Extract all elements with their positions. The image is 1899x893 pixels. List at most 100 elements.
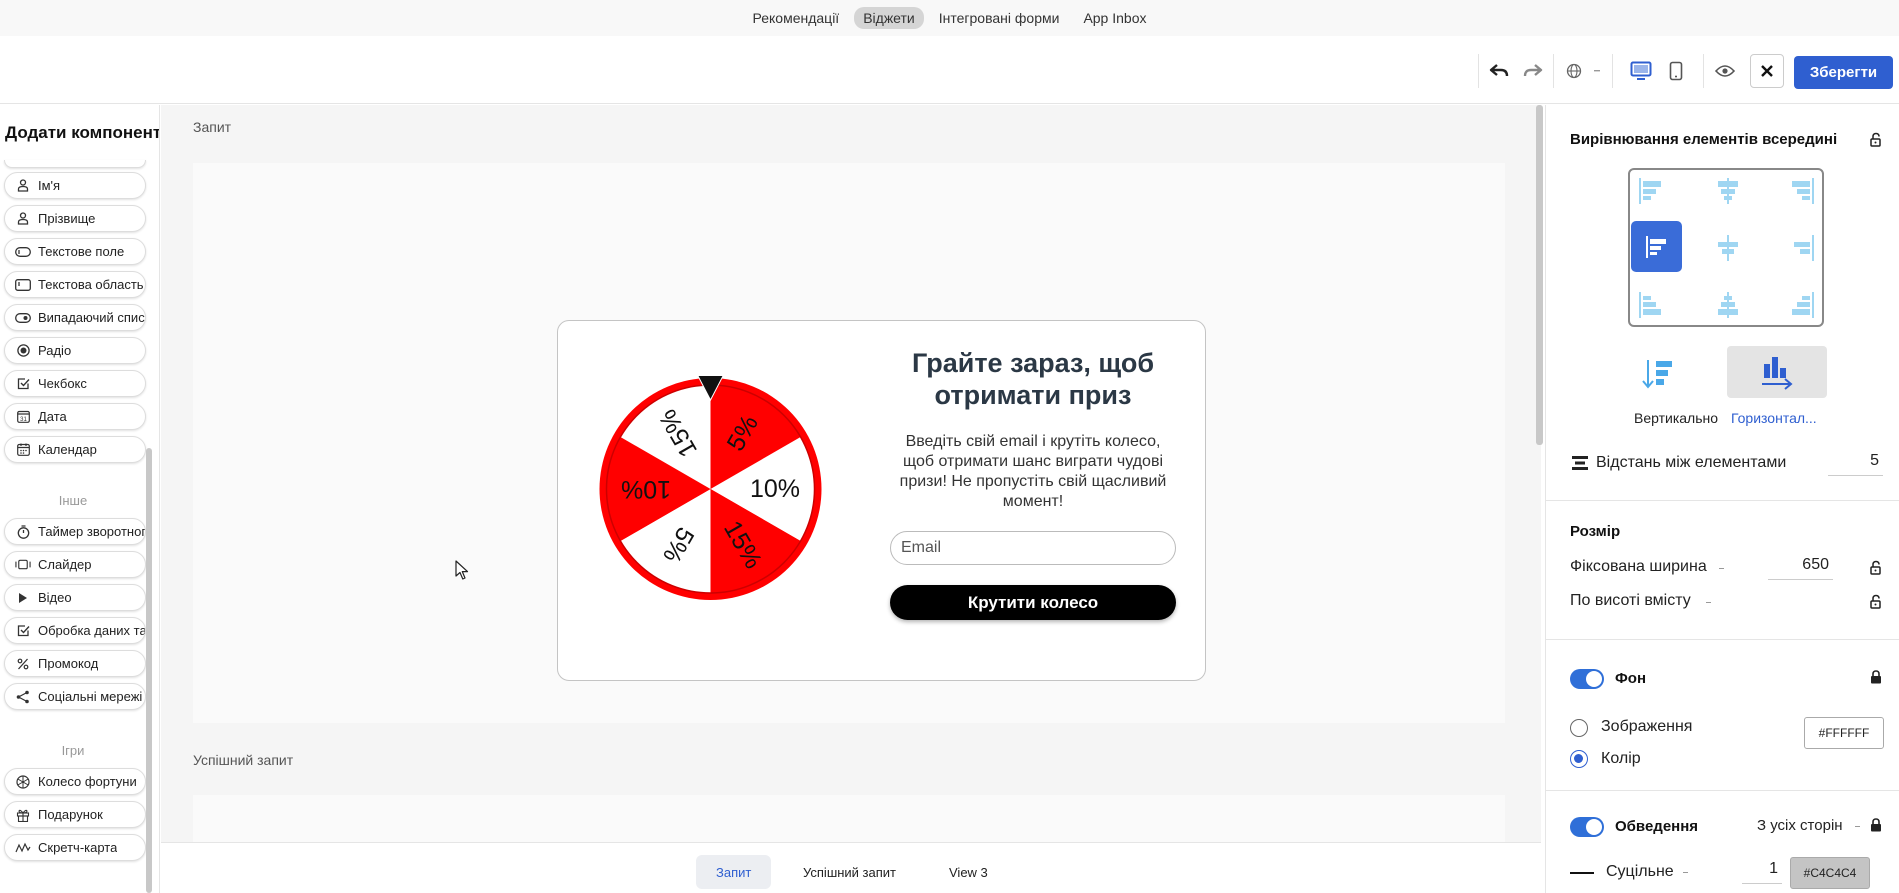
wheel-icon (15, 774, 31, 789)
svg-text:31: 31 (20, 417, 27, 423)
panel-title: Додати компонент (5, 123, 160, 142)
radio-color[interactable] (1570, 750, 1588, 768)
align-middle-right-icon[interactable] (1787, 233, 1817, 263)
chevron-down-icon[interactable] (1855, 826, 1860, 827)
alignment-title: Вирівнювання елементів всередині (1570, 131, 1838, 148)
group-label-other: Інше (58, 493, 88, 508)
component-label: Таймер зворотного відліку (38, 524, 145, 539)
border-color-swatch[interactable]: #C4C4C4 (1790, 857, 1870, 889)
height-mode-dropdown[interactable] (1706, 602, 1711, 603)
wheel-widget[interactable]: 5% 10% 15% 5% 10% 15% Грайте зараз, щоб отрим… (557, 320, 1206, 681)
component-label: Колесо фортуни (38, 774, 137, 789)
top-nav: Рекомендації Віджети Інтегровані форми A… (0, 0, 1899, 36)
lock-icon[interactable] (1870, 818, 1882, 832)
component-countdown-timer[interactable]: Таймер зворотного відліку (4, 518, 146, 545)
image-label: Зображення (1601, 718, 1693, 735)
component-dropdown[interactable]: Випадаючий список (4, 304, 146, 331)
component-first-name[interactable]: Ім'я (4, 172, 146, 199)
unlock-icon[interactable] (1869, 132, 1883, 147)
component-label: Промокод (38, 656, 99, 671)
undo-icon[interactable] (1484, 54, 1514, 88)
align-middle-center-icon[interactable] (1713, 233, 1743, 263)
component-label: Чекбокс (38, 376, 87, 391)
component-promocode[interactable]: Промокод (4, 650, 146, 677)
group-label-games: Ігри (61, 743, 85, 758)
border-width-input[interactable]: 1 (1742, 860, 1782, 884)
component-checkbox[interactable]: Чекбокс (4, 370, 146, 397)
border-sides-select[interactable]: З усіх сторін (1757, 817, 1843, 834)
background-color-swatch[interactable]: #FFFFFF (1804, 717, 1884, 749)
view-tabs: Запит Успішний запит View 3 (161, 842, 1541, 893)
border-style-select[interactable]: Суцільне (1606, 863, 1674, 881)
size-title: Розмір (1570, 523, 1621, 540)
component-text-area[interactable]: Текстова область (4, 271, 146, 298)
scrollbar[interactable] (146, 448, 152, 893)
align-top-right-icon[interactable] (1787, 176, 1817, 206)
chevron-down-icon[interactable] (1592, 54, 1602, 88)
email-input[interactable]: Email (890, 531, 1176, 565)
component-slider[interactable]: Слайдер (4, 551, 146, 578)
direction-horizontal-button[interactable] (1727, 346, 1827, 398)
direction-vertical-button[interactable] (1638, 351, 1678, 396)
align-bottom-right-icon[interactable] (1787, 290, 1817, 320)
component-date[interactable]: 31 Дата (4, 403, 146, 430)
close-button[interactable] (1750, 54, 1784, 88)
nav-item-widgets[interactable]: Віджети (854, 7, 924, 29)
toolbar-divider (1612, 54, 1613, 88)
component-text-field[interactable]: Текстове поле (4, 238, 146, 265)
lock-icon[interactable] (1870, 670, 1882, 684)
border-toggle[interactable] (1570, 817, 1604, 837)
unlock-icon[interactable] (1869, 594, 1883, 609)
redo-icon[interactable] (1518, 54, 1548, 88)
tab-view-3[interactable]: View 3 (929, 855, 1008, 889)
globe-icon[interactable] (1562, 54, 1586, 88)
align-bottom-center-icon[interactable] (1713, 290, 1743, 320)
width-mode-dropdown[interactable] (1719, 568, 1724, 569)
component-scratch-card[interactable]: Скретч-карта (4, 834, 146, 861)
component-social[interactable]: Соціальні мережі (4, 683, 146, 710)
component-calendar[interactable]: Календар (4, 436, 146, 463)
nav-item-app-inbox[interactable]: App Inbox (1074, 7, 1155, 29)
background-toggle[interactable] (1570, 669, 1604, 689)
nav-item-recommendations[interactable]: Рекомендації (744, 7, 849, 29)
component-label: Прізвище (38, 211, 96, 226)
radio-image[interactable] (1570, 719, 1588, 737)
editor-canvas: Запит 5% 10% 15% 5% 10% 15% Грайте зараз, щоб… (161, 105, 1541, 842)
align-top-center-icon[interactable] (1713, 176, 1743, 206)
component-data-consent[interactable]: Обробка даних та згода (4, 617, 146, 644)
person-icon (15, 179, 31, 192)
toolbar-divider (1478, 54, 1479, 88)
section-request[interactable]: 5% 10% 15% 5% 10% 15% Грайте зараз, щоб отрим… (193, 163, 1505, 723)
spin-wheel-button[interactable]: Крутити колесо (890, 585, 1176, 620)
save-button[interactable]: Зберегти (1794, 56, 1893, 89)
alignment-grid[interactable] (1628, 168, 1824, 327)
component-wheel-of-fortune[interactable]: Колесо фортуни (4, 768, 146, 795)
chevron-down-icon[interactable] (1683, 872, 1688, 873)
scrollbar[interactable] (1536, 105, 1543, 445)
component-last-name[interactable]: Прізвище (4, 205, 146, 232)
component-gift[interactable]: Подарунок (4, 801, 146, 828)
align-middle-left-icon[interactable] (1631, 221, 1682, 272)
gift-icon (15, 808, 31, 822)
component-video[interactable]: Відео (4, 584, 146, 611)
spacing-input[interactable]: 5 (1828, 452, 1883, 476)
tab-success-request[interactable]: Успішний запит (783, 855, 916, 889)
desktop-icon[interactable] (1626, 54, 1656, 88)
align-bottom-left-icon[interactable] (1636, 290, 1666, 320)
fixed-width-input[interactable]: 650 (1768, 556, 1833, 580)
nav-item-integrated-forms[interactable]: Інтегровані форми (930, 7, 1069, 29)
align-top-left-icon[interactable] (1636, 176, 1666, 206)
section-label-request: Запит (193, 119, 232, 135)
wheel-graphic: 5%10%15%5%10%15% (599, 374, 822, 600)
unlock-icon[interactable] (1869, 560, 1883, 575)
component-label: Дата (38, 409, 67, 424)
section-success[interactable] (193, 795, 1505, 842)
component-label: Подарунок (38, 807, 103, 822)
component-radio[interactable]: Радіо (4, 337, 146, 364)
mobile-icon[interactable] (1663, 54, 1689, 88)
horizontal-direction-icon (1762, 357, 1793, 390)
eye-icon[interactable] (1710, 54, 1740, 88)
wheel-of-fortune[interactable]: 5% 10% 15% 5% 10% 15% (598, 374, 823, 601)
component-label: Скретч-карта (38, 840, 118, 855)
tab-request[interactable]: Запит (696, 855, 772, 889)
